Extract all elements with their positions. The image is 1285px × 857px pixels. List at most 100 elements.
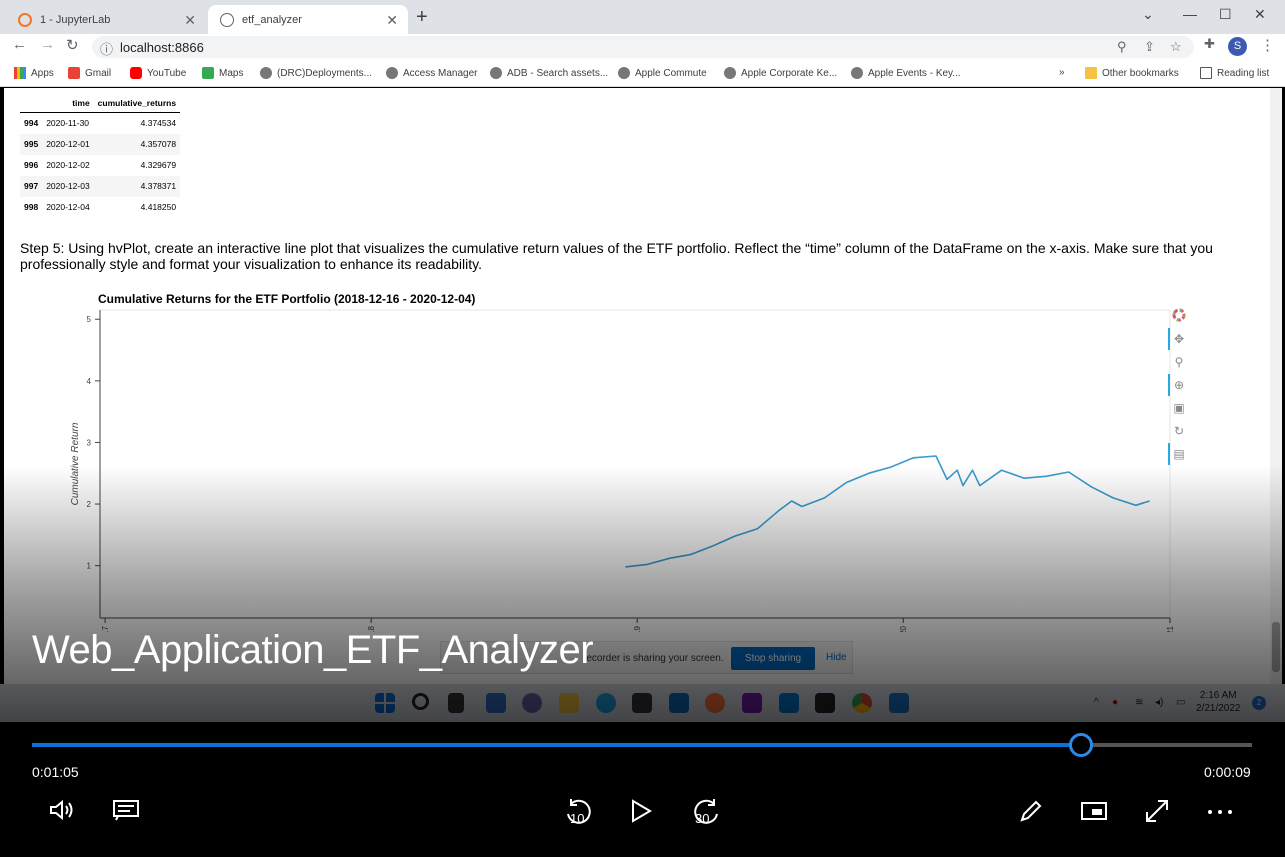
info-icon[interactable]: ⓘ (100, 39, 113, 58)
chevron-up-icon[interactable]: ^ (1094, 697, 1099, 708)
reading-list-icon (1200, 67, 1212, 79)
page-scrollbar-thumb[interactable] (1272, 622, 1280, 672)
bookmark-apple-corporate[interactable]: Apple Corporate Ke... (724, 67, 837, 79)
hide-banner-button[interactable]: Hide (826, 652, 847, 663)
y-tick-label: 5 (87, 315, 92, 324)
close-window-icon[interactable]: ✕ (1254, 6, 1266, 23)
y-tick-label: 2 (87, 500, 92, 509)
hover-icon[interactable]: ▤ (1170, 445, 1188, 463)
new-tab-icon[interactable]: + (416, 6, 428, 29)
play-button[interactable] (628, 798, 654, 830)
reading-list[interactable]: Reading list (1200, 67, 1269, 79)
bookmark-youtube[interactable]: YouTube (130, 67, 186, 79)
teams-chat-icon[interactable] (522, 693, 542, 713)
fullscreen-button[interactable] (1144, 798, 1170, 830)
forward-button[interactable]: 30 (690, 798, 722, 834)
y-tick-label: 4 (87, 377, 92, 386)
bookmark-deployments[interactable]: (DRC)Deployments... (260, 67, 372, 79)
edge-icon[interactable] (596, 693, 616, 713)
firefox-icon[interactable] (705, 693, 725, 713)
rewind-button[interactable]: 10 (563, 798, 595, 834)
wheel-zoom-icon[interactable]: ⊕ (1170, 376, 1188, 394)
windows-start-icon[interactable] (375, 693, 395, 713)
stop-sharing-button[interactable]: Stop sharing (731, 647, 815, 670)
x-tick-label: 019 (633, 625, 642, 632)
star-icon[interactable]: ☆ (1170, 39, 1182, 55)
bookmark-gmail[interactable]: Gmail (68, 67, 111, 79)
tab-jupyterlab[interactable]: 1 - JupyterLab ✕ (6, 5, 206, 34)
bookmarks-overflow[interactable]: » (1059, 67, 1065, 78)
folder-icon (1085, 67, 1097, 79)
save-icon[interactable]: ▣ (1170, 399, 1188, 417)
url-text: localhost:8866 (120, 40, 204, 55)
notification-badge[interactable]: 2 (1252, 696, 1266, 710)
more-options-button[interactable] (1206, 798, 1234, 830)
back-icon[interactable]: ← (12, 36, 27, 53)
onenote-icon[interactable] (742, 693, 762, 713)
wifi-icon[interactable]: ≋ (1135, 697, 1143, 708)
jupyter-icon (18, 12, 32, 27)
taskbar-clock[interactable]: 2:16 AM 2/21/2022 (1196, 689, 1241, 715)
terminal-icon[interactable] (815, 693, 835, 713)
bookmark-maps[interactable]: Maps (202, 67, 243, 79)
close-icon[interactable]: ✕ (386, 12, 398, 29)
search-icon[interactable] (412, 693, 429, 710)
bokeh-logo-icon[interactable] (1170, 308, 1188, 326)
vscode-icon[interactable] (779, 693, 799, 713)
file-explorer-icon[interactable] (559, 693, 579, 713)
box-zoom-icon[interactable]: ⚲ (1170, 353, 1188, 371)
page-scrollbar[interactable] (1270, 88, 1282, 688)
pencil-icon (1020, 800, 1042, 822)
edit-button[interactable] (1018, 798, 1044, 830)
elapsed-time: 0:01:05 (32, 764, 79, 780)
share-icon[interactable]: ⇪ (1144, 39, 1155, 55)
battery-icon[interactable]: ▭ (1176, 697, 1185, 708)
globe-icon (724, 67, 736, 79)
recording-icon[interactable]: ● (1112, 697, 1118, 708)
photos-icon[interactable] (889, 693, 909, 713)
zoom-icon[interactable]: ⚲ (1117, 39, 1127, 55)
bookmark-access-manager[interactable]: Access Manager (386, 67, 477, 79)
profile-avatar[interactable]: S (1228, 37, 1247, 56)
globe-icon (386, 67, 398, 79)
bookmark-apple-commute[interactable]: Apple Commute (618, 67, 707, 79)
tab-etf-analyzer[interactable]: etf_analyzer ✕ (208, 5, 408, 34)
cumulative-returns-plot[interactable]: 1234501701801920202021Cumulative Return (64, 302, 1174, 632)
bookmark-apple-events[interactable]: Apple Events - Key... (851, 67, 961, 79)
captions-button[interactable] (112, 798, 140, 828)
bokeh-toolbar: ✥ ⚲ ⊕ ▣ ↻ ▤ (1168, 308, 1190, 468)
extensions-icon[interactable]: ✚ (1204, 36, 1215, 52)
task-view-icon[interactable] (448, 693, 464, 713)
volume-button[interactable] (48, 798, 76, 828)
chrome-icon[interactable] (852, 693, 872, 713)
windows-taskbar: ^ ● ≋ ◂) ▭ 2:16 AM 2/21/2022 2 (0, 684, 1285, 722)
tab-search-icon[interactable]: ⌄ (1142, 6, 1154, 23)
mini-player-button[interactable] (1080, 798, 1108, 830)
widgets-icon[interactable] (486, 693, 506, 713)
bookmark-other[interactable]: Other bookmarks (1085, 67, 1179, 79)
bookmark-adb[interactable]: ADB - Search assets... (490, 67, 608, 79)
tab-label: 1 - JupyterLab (40, 13, 111, 26)
address-bar[interactable]: ⓘ localhost:8866 ⚲ ⇪ ☆ (92, 36, 1194, 58)
video-title: Web_Application_ETF_Analyzer (32, 628, 594, 672)
volume-icon (50, 799, 73, 821)
reset-icon[interactable]: ↻ (1170, 422, 1188, 440)
volume-icon[interactable]: ◂) (1155, 697, 1163, 708)
maximize-icon[interactable]: ☐ (1219, 6, 1232, 23)
outlook-icon[interactable] (669, 693, 689, 713)
progress-knob[interactable] (1069, 733, 1094, 757)
expand-icon (1146, 800, 1168, 822)
apps-grid-icon (14, 67, 26, 79)
reload-icon[interactable]: ↻ (66, 36, 79, 54)
captions-icon (113, 800, 139, 821)
dataframe-table: time cumulative_returns 994 2020-11-30 4… (20, 94, 181, 218)
pan-icon[interactable]: ✥ (1170, 330, 1188, 348)
store-icon[interactable] (632, 693, 652, 713)
globe-icon (851, 67, 863, 79)
forward-icon[interactable]: → (40, 36, 55, 53)
column-header-cumulative-returns: cumulative_returns (93, 94, 181, 113)
menu-icon[interactable]: ⋮ (1260, 36, 1275, 54)
close-icon[interactable]: ✕ (184, 12, 196, 29)
minimize-icon[interactable]: — (1183, 6, 1197, 22)
bookmark-apps[interactable]: Apps (14, 67, 54, 79)
